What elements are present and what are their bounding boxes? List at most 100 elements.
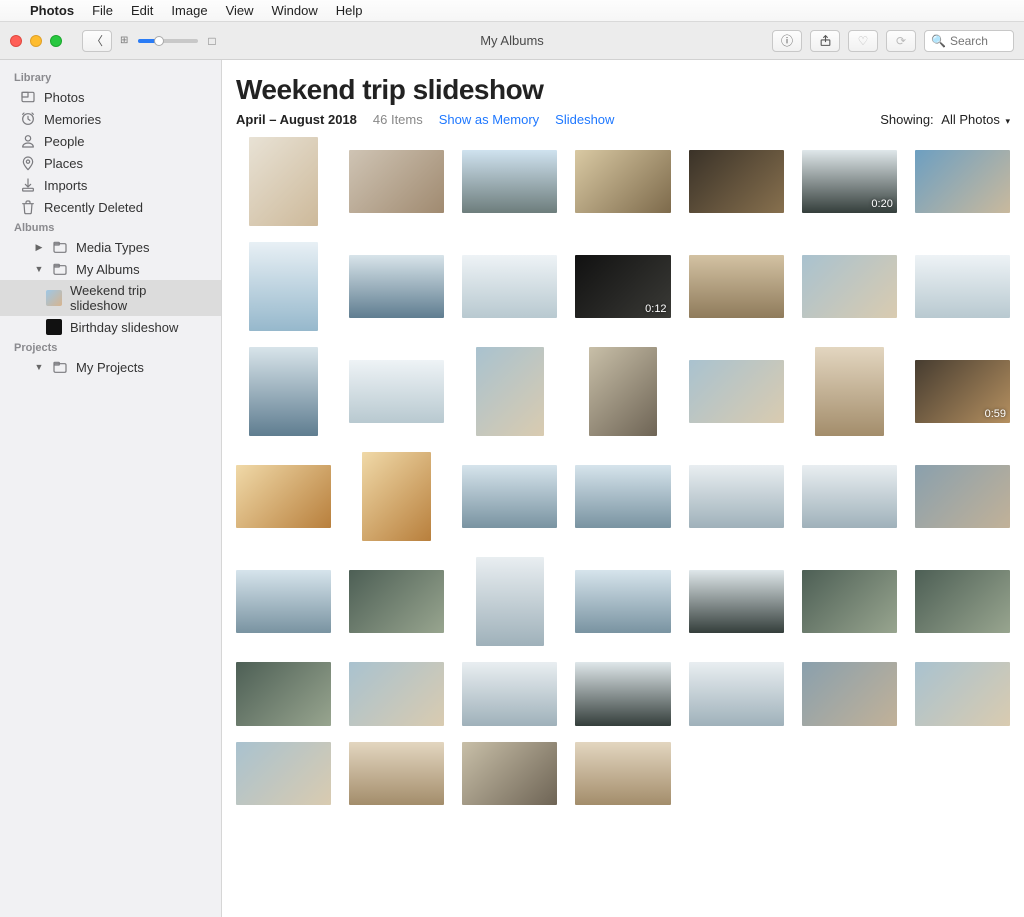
- photo-thumbnail[interactable]: [249, 242, 318, 331]
- sidebar-item-media-types[interactable]: ▶Media Types: [0, 236, 221, 258]
- sidebar-item-photos[interactable]: Photos: [0, 86, 221, 108]
- share-button[interactable]: [810, 30, 840, 52]
- photo-cell: [236, 347, 331, 436]
- menu-view[interactable]: View: [226, 3, 254, 18]
- rotate-button[interactable]: ⟳: [886, 30, 916, 52]
- minimize-window-button[interactable]: [30, 35, 42, 47]
- photo-thumbnail[interactable]: [349, 360, 444, 423]
- photo-thumbnail[interactable]: [462, 465, 557, 528]
- close-window-button[interactable]: [10, 35, 22, 47]
- photo-cell: [349, 242, 444, 331]
- album-subheader: April – August 2018 46 Items Show as Mem…: [236, 112, 1010, 127]
- disclosure-triangle-icon[interactable]: ▼: [34, 362, 44, 372]
- photo-thumbnail[interactable]: [476, 347, 545, 436]
- sidebar-item-imports[interactable]: Imports: [0, 174, 221, 196]
- info-icon: ⓘ: [781, 32, 793, 49]
- sidebar-item-my-albums[interactable]: ▼My Albums: [0, 258, 221, 280]
- photo-thumbnail[interactable]: 0:59: [915, 360, 1010, 423]
- photo-thumbnail[interactable]: [915, 465, 1010, 528]
- photo-thumbnail[interactable]: [915, 255, 1010, 318]
- photo-thumbnail[interactable]: [802, 465, 897, 528]
- photo-thumbnail[interactable]: 0:20: [802, 150, 897, 213]
- photo-thumbnail[interactable]: [689, 570, 784, 633]
- video-duration-badge: 0:12: [645, 303, 666, 315]
- favorite-button[interactable]: ♡: [848, 30, 878, 52]
- photo-cell: 0:59: [915, 347, 1010, 436]
- window-controls: [10, 35, 62, 47]
- menu-edit[interactable]: Edit: [131, 3, 153, 18]
- photo-thumbnail[interactable]: [362, 452, 431, 541]
- photo-thumbnail[interactable]: [915, 570, 1010, 633]
- info-button[interactable]: ⓘ: [772, 30, 802, 52]
- photo-thumbnail[interactable]: [462, 150, 557, 213]
- photo-thumbnail[interactable]: [689, 150, 784, 213]
- photo-thumbnail[interactable]: [802, 255, 897, 318]
- sidebar-item-label: Places: [44, 156, 83, 171]
- sidebar-item-memories[interactable]: Memories: [0, 108, 221, 130]
- disclosure-triangle-icon[interactable]: ▶: [34, 242, 44, 253]
- photo-cell: [349, 452, 444, 541]
- photo-thumbnail[interactable]: [802, 662, 897, 725]
- sidebar-item-label: Recently Deleted: [44, 200, 143, 215]
- search-field[interactable]: 🔍: [924, 30, 1014, 52]
- photo-thumbnail[interactable]: [236, 742, 331, 805]
- app-menu[interactable]: Photos: [30, 3, 74, 18]
- menu-file[interactable]: File: [92, 3, 113, 18]
- photo-thumbnail[interactable]: [236, 570, 331, 633]
- photo-thumbnail[interactable]: [575, 742, 670, 805]
- zoom-slider[interactable]: [138, 39, 198, 43]
- photo-thumbnail[interactable]: [236, 465, 331, 528]
- window-title: My Albums: [480, 33, 544, 48]
- photo-thumbnail[interactable]: [915, 150, 1010, 213]
- show-as-memory-link[interactable]: Show as Memory: [439, 112, 539, 127]
- photo-thumbnail[interactable]: [462, 742, 557, 805]
- share-icon: [819, 34, 832, 47]
- photo-thumbnail[interactable]: [349, 255, 444, 318]
- photo-thumbnail[interactable]: [349, 742, 444, 805]
- photo-thumbnail[interactable]: [349, 570, 444, 633]
- photo-cell: [349, 742, 444, 805]
- sidebar-item-my-projects[interactable]: ▼My Projects: [0, 356, 221, 378]
- showing-filter[interactable]: Showing: All Photos ▾: [880, 112, 1010, 127]
- search-input[interactable]: [950, 34, 1005, 48]
- sidebar-item-people[interactable]: People: [0, 130, 221, 152]
- sidebar-item-recently-deleted[interactable]: Recently Deleted: [0, 196, 221, 218]
- photo-thumbnail[interactable]: [915, 662, 1010, 725]
- disclosure-triangle-icon[interactable]: ▼: [34, 264, 44, 274]
- photo-cell: [349, 557, 444, 646]
- photo-thumbnail[interactable]: [815, 347, 884, 436]
- photo-thumbnail[interactable]: [802, 570, 897, 633]
- photo-thumbnail[interactable]: [249, 347, 318, 436]
- photo-thumbnail[interactable]: [462, 255, 557, 318]
- photo-thumbnail[interactable]: [249, 137, 318, 226]
- photo-thumbnail[interactable]: [575, 662, 670, 725]
- photo-thumbnail[interactable]: [589, 347, 658, 436]
- sidebar-item-weekend-trip-slideshow[interactable]: Weekend trip slideshow: [0, 280, 221, 316]
- photo-thumbnail[interactable]: [476, 557, 545, 646]
- photo-thumbnail[interactable]: [575, 465, 670, 528]
- fullscreen-window-button[interactable]: [50, 35, 62, 47]
- photo-thumbnail[interactable]: [689, 465, 784, 528]
- menu-image[interactable]: Image: [171, 3, 207, 18]
- people-icon: [20, 133, 36, 149]
- photo-cell: [462, 137, 557, 226]
- slideshow-link[interactable]: Slideshow: [555, 112, 614, 127]
- photo-thumbnail[interactable]: [575, 570, 670, 633]
- photo-thumbnail[interactable]: [689, 360, 784, 423]
- photo-thumbnail[interactable]: 0:12: [575, 255, 670, 318]
- photo-cell: [802, 557, 897, 646]
- photo-thumbnail[interactable]: [349, 662, 444, 725]
- photo-thumbnail[interactable]: [236, 662, 331, 725]
- photo-thumbnail[interactable]: [462, 662, 557, 725]
- photo-thumbnail[interactable]: [689, 662, 784, 725]
- menu-help[interactable]: Help: [336, 3, 363, 18]
- photo-cell: [349, 137, 444, 226]
- photo-thumbnail[interactable]: [575, 150, 670, 213]
- menu-window[interactable]: Window: [272, 3, 318, 18]
- sidebar-item-places[interactable]: Places: [0, 152, 221, 174]
- photo-cell: [802, 242, 897, 331]
- photo-thumbnail[interactable]: [689, 255, 784, 318]
- sidebar-item-birthday-slideshow[interactable]: Birthday slideshow: [0, 316, 221, 338]
- photo-thumbnail[interactable]: [349, 150, 444, 213]
- back-button[interactable]: 〈: [82, 30, 112, 52]
